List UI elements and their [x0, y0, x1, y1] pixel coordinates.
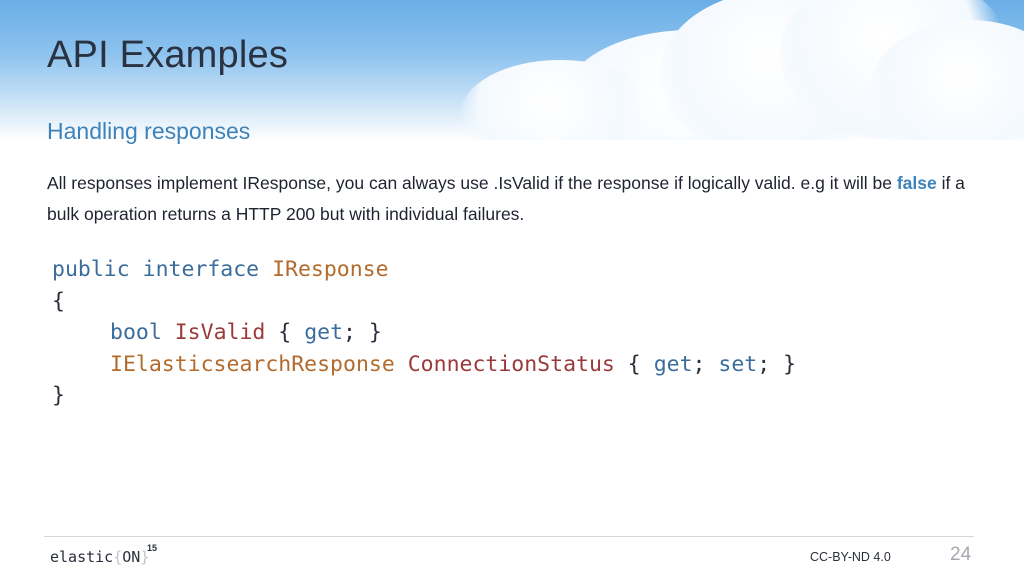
license-label: CC-BY-ND 4.0: [810, 550, 891, 564]
code-accessor: get: [304, 320, 344, 345]
code-punct: ; }: [343, 320, 382, 345]
code-line-2: {: [52, 286, 796, 318]
footer-divider: [44, 536, 974, 537]
page-title: API Examples: [47, 34, 289, 76]
code-accessor: get: [653, 351, 693, 377]
code-punct: {: [265, 320, 305, 345]
code-member: IsValid: [174, 320, 266, 345]
code-line-1: public interface IResponse: [52, 254, 796, 286]
code-punct: {: [614, 351, 654, 377]
code-line-4: IElasticsearchResponse ConnectionStatus …: [52, 349, 796, 381]
code-keyword: interface: [142, 257, 260, 282]
logo-on: ON: [122, 548, 141, 566]
description-paragraph: All responses implement IResponse, you c…: [47, 168, 987, 230]
code-line-5: }: [52, 380, 796, 412]
section-subtitle: Handling responses: [47, 118, 251, 144]
code-accessor: set: [718, 351, 758, 377]
logo-brace-open: {: [113, 548, 123, 566]
page-number: 24: [950, 544, 972, 565]
code-member: ConnectionStatus: [407, 351, 615, 377]
code-line-3: bool IsValid { get; }: [52, 317, 796, 349]
logo-superscript: 15: [147, 543, 158, 553]
code-brace: }: [52, 383, 65, 408]
description-text-start: All responses implement IResponse, you c…: [47, 173, 897, 193]
elastic-on-logo: elastic{ON}: [50, 548, 149, 566]
code-type: IResponse: [272, 257, 389, 282]
code-type: bool: [110, 320, 162, 345]
code-block: public interface IResponse { bool IsVali…: [52, 254, 796, 412]
code-punct: ;: [692, 351, 719, 377]
code-punct: ; }: [757, 351, 797, 377]
code-brace: {: [52, 288, 65, 314]
code-type: IElasticsearchResponse: [110, 351, 395, 377]
logo-text: elastic: [50, 548, 114, 566]
code-keyword: public: [52, 257, 130, 282]
highlight-false-keyword: false: [896, 173, 937, 193]
